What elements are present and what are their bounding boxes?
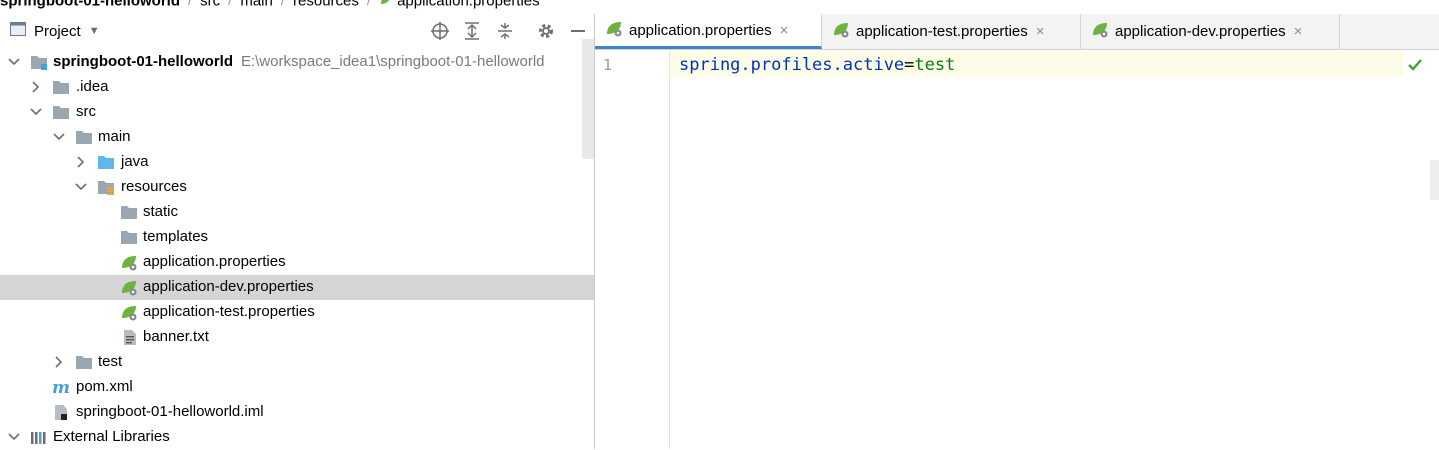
maven-icon: m <box>52 379 70 396</box>
tree-item-label: templates <box>143 228 209 245</box>
tree-item[interactable]: main <box>0 125 594 150</box>
close-icon[interactable]: × <box>1036 23 1045 40</box>
text-file-icon <box>124 330 136 345</box>
spring-properties-icon <box>122 306 137 321</box>
module-folder-icon <box>31 56 47 70</box>
tree-item[interactable]: static <box>0 200 594 225</box>
tree-item-label: static <box>143 203 179 220</box>
chevron-down-icon <box>8 58 20 66</box>
tree-item-label: External Libraries <box>53 428 170 445</box>
close-icon[interactable]: × <box>1294 23 1303 40</box>
tab-application-properties[interactable]: application.properties × <box>595 14 822 49</box>
editor-tabbar: application.properties × application-tes… <box>595 14 1439 50</box>
check-icon[interactable] <box>1408 58 1422 75</box>
tree-item[interactable]: banner.txt <box>0 325 594 350</box>
folder-icon <box>121 206 137 219</box>
tree-item[interactable]: springboot-01-helloworld.iml <box>0 400 594 425</box>
folder-icon <box>121 231 137 244</box>
line-gutter[interactable]: 1 <box>595 50 670 449</box>
close-icon[interactable]: × <box>780 22 789 39</box>
chevron-down-icon: ▼ <box>88 25 100 37</box>
tree-item-label: src <box>76 103 96 120</box>
locate-icon[interactable] <box>431 22 449 40</box>
project-panel: Project ▼ springboot-01-helloworld E:\wor… <box>0 14 594 449</box>
minimize-icon[interactable] <box>569 22 587 40</box>
tree-item[interactable]: External Libraries <box>0 425 594 450</box>
expand-all-icon[interactable] <box>463 22 481 40</box>
chevron-down-icon <box>30 108 42 116</box>
chevron-down-icon <box>8 433 20 441</box>
tree-item-label: pom.xml <box>76 378 133 395</box>
tree-item[interactable]: templates <box>0 225 594 250</box>
property-value: test <box>914 55 956 75</box>
tree-item-selected[interactable]: application-dev.properties <box>0 275 594 300</box>
tab-label: application-test.properties <box>856 23 1028 40</box>
source-folder-icon <box>98 156 114 169</box>
editor-side-strip <box>1430 160 1439 200</box>
tree-item-label: resources <box>121 178 187 195</box>
chevron-down-icon <box>53 133 65 141</box>
tree-item-label: test <box>98 353 123 370</box>
tree-item-label: main <box>98 128 131 145</box>
spring-properties-icon <box>1091 21 1109 42</box>
iml-file-icon <box>55 405 67 420</box>
chevron-down-icon <box>75 183 87 191</box>
spring-properties-icon <box>379 0 393 11</box>
spring-properties-icon <box>122 281 137 296</box>
spring-properties-icon <box>605 20 623 41</box>
breadcrumb-item[interactable]: src <box>200 0 220 9</box>
project-view-selector[interactable]: Project ▼ <box>10 22 100 40</box>
property-separator: = <box>904 55 915 75</box>
tab-application-test-properties[interactable]: application-test.properties × <box>822 14 1081 49</box>
tree-item-label: springboot-01-helloworld E:\workspace_ide… <box>53 53 545 70</box>
breadcrumb-project[interactable]: springboot-01-helloworld <box>0 0 180 9</box>
spring-properties-icon <box>122 256 137 271</box>
tree-item[interactable]: src <box>0 100 594 125</box>
tree-scrollbar[interactable] <box>582 39 594 159</box>
folder-icon <box>53 106 69 119</box>
tree-item-label: springboot-01-helloworld.iml <box>76 403 264 420</box>
tree-item-label: .idea <box>76 78 109 95</box>
tree-item-label: java <box>121 153 149 170</box>
tree-item[interactable]: .idea <box>0 75 594 100</box>
tree-item[interactable]: java <box>0 150 594 175</box>
breadcrumb-item[interactable]: application.properties <box>397 0 540 9</box>
chevron-right-icon <box>77 156 85 168</box>
folder-icon <box>76 356 92 369</box>
project-path: E:\workspace_idea1\springboot-01-hellowo… <box>241 53 545 70</box>
tree-item-label: banner.txt <box>143 328 209 345</box>
libraries-icon <box>31 432 46 444</box>
tab-label: application-dev.properties <box>1115 23 1286 40</box>
tree-item[interactable]: resources <box>0 175 594 200</box>
tree-item-label: application-test.properties <box>143 303 315 320</box>
collapse-all-icon[interactable] <box>496 22 514 40</box>
tree-item[interactable]: application.properties <box>0 250 594 275</box>
tab-application-dev-properties[interactable]: application-dev.properties × <box>1081 14 1340 49</box>
code-text[interactable]: spring.profiles.active=test <box>679 55 955 75</box>
chevron-right-icon <box>55 356 63 368</box>
tree-item[interactable]: test <box>0 350 594 375</box>
line-number: 1 <box>603 56 613 74</box>
tree-item[interactable]: m pom.xml <box>0 375 594 400</box>
spring-properties-icon <box>832 21 850 42</box>
breadcrumb: springboot-01-helloworld / src / main / resour… <box>0 0 540 10</box>
project-toolbar: Project ▼ <box>0 14 594 49</box>
tree-item-label: application.properties <box>143 253 286 270</box>
property-key: spring.profiles.active <box>679 55 905 75</box>
resources-folder-icon <box>98 181 114 195</box>
folder-icon <box>53 81 69 94</box>
tree-item-label: application-dev.properties <box>143 278 314 295</box>
breadcrumb-item[interactable]: main <box>240 0 273 9</box>
svg-text:m: m <box>52 379 70 396</box>
tree-item[interactable]: application-test.properties <box>0 300 594 325</box>
chevron-right-icon <box>32 81 40 93</box>
breadcrumb-item[interactable]: resources <box>293 0 359 9</box>
tree-item[interactable]: springboot-01-helloworld E:\workspace_ide… <box>0 50 594 75</box>
project-title: Project <box>34 22 81 40</box>
tab-label: application.properties <box>629 21 772 39</box>
folder-icon <box>76 131 92 144</box>
project-window-icon <box>10 22 26 40</box>
editor-area: application.properties × application-tes… <box>595 14 1439 449</box>
gear-icon[interactable] <box>537 22 555 40</box>
